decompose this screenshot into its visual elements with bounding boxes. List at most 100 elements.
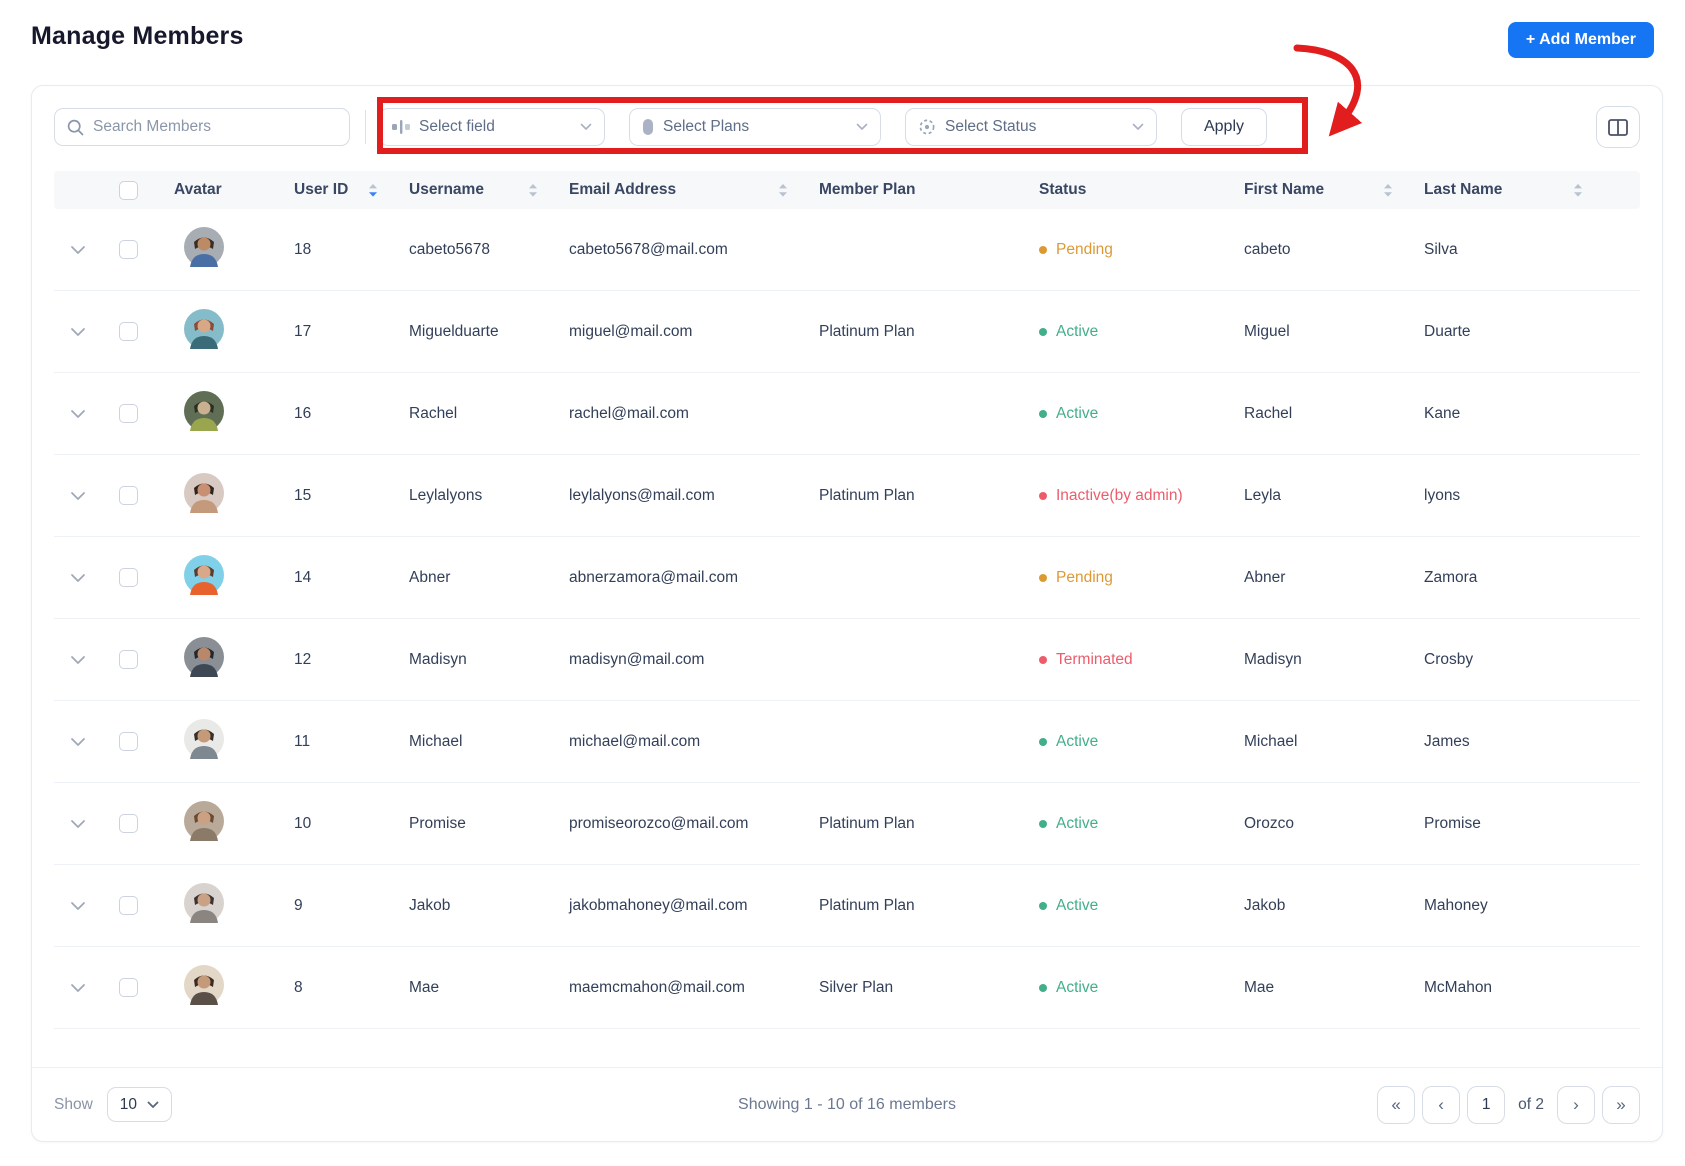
member-plan-cell: Platinum Plan	[819, 896, 915, 914]
chevron-down-icon	[147, 1101, 159, 1109]
avatar	[184, 719, 224, 763]
username-cell: Madisyn	[409, 650, 467, 668]
expand-row-button[interactable]	[54, 819, 102, 829]
avatar-cell	[154, 555, 274, 600]
col-header-email[interactable]: Email Address	[549, 181, 799, 199]
select-field-label: Select field	[419, 118, 495, 135]
col-header-member-plan: Member Plan	[819, 181, 916, 198]
email-cell: abnerzamora@mail.com	[569, 568, 739, 586]
last-page-button[interactable]: »	[1602, 1085, 1640, 1124]
row-checkbox[interactable]	[118, 650, 138, 669]
expand-row-button[interactable]	[54, 655, 102, 665]
last-name-cell: Promise	[1424, 814, 1481, 832]
avatar	[184, 965, 224, 1009]
col-header-last-name[interactable]: Last Name	[1404, 181, 1640, 199]
status-dot-icon	[1039, 737, 1047, 746]
row-checkbox[interactable]	[118, 322, 138, 341]
row-checkbox[interactable]	[118, 568, 138, 587]
row-checkbox-cell	[102, 404, 154, 423]
plans-icon	[642, 118, 654, 136]
column-visibility-button[interactable]	[1596, 106, 1640, 148]
chevron-down-icon	[580, 123, 592, 131]
expand-row-button[interactable]	[54, 983, 102, 993]
table-footer: Show 10 Showing 1 - 10 of 16 members « ‹…	[32, 1067, 1662, 1141]
user-id-cell: 18	[294, 240, 312, 258]
sort-icon[interactable]	[527, 183, 539, 198]
table-header-row: Avatar User ID Username Email Address Me…	[54, 171, 1640, 209]
sort-icon[interactable]	[777, 183, 789, 198]
user-id-cell: 8	[294, 978, 303, 996]
email-cell: michael@mail.com	[569, 732, 701, 750]
username-cell: Leylalyons	[409, 486, 483, 504]
page-size-select[interactable]: 10	[106, 1087, 173, 1122]
table-row: 14 Abner abnerzamora@mail.com Pending Ab…	[54, 537, 1640, 619]
columns-icon	[1608, 118, 1628, 136]
apply-button[interactable]: Apply	[1181, 108, 1267, 146]
expand-row-button[interactable]	[54, 573, 102, 583]
table-row: 16 Rachel rachel@mail.com Active Rachel …	[54, 373, 1640, 455]
status-label: Active	[1056, 322, 1099, 340]
avatar	[184, 309, 224, 353]
add-member-button[interactable]: + Add Member	[1507, 22, 1654, 58]
first-name-cell: Madisyn	[1244, 650, 1302, 668]
row-checkbox[interactable]	[118, 404, 138, 423]
row-checkbox[interactable]	[118, 732, 138, 751]
avatar-cell	[154, 801, 274, 846]
expand-row-button[interactable]	[54, 491, 102, 501]
col-header-first-name[interactable]: First Name	[1224, 181, 1404, 199]
first-name-cell: Orozco	[1244, 814, 1294, 832]
select-all-checkbox[interactable]	[118, 180, 138, 200]
expand-row-button[interactable]	[54, 409, 102, 419]
table-body: 18 cabeto5678 cabeto5678@mail.com Pendin…	[54, 209, 1640, 1029]
expand-row-button[interactable]	[54, 327, 102, 337]
results-summary: Showing 1 - 10 of 16 members	[738, 1095, 956, 1113]
pagination: « ‹ 1 of 2 › »	[1377, 1085, 1640, 1124]
sort-icon[interactable]	[1572, 183, 1584, 198]
select-status-dropdown[interactable]: Select Status	[905, 108, 1157, 146]
status-dot-icon	[1039, 655, 1047, 664]
col-header-username[interactable]: Username	[389, 181, 549, 199]
expand-row-button[interactable]	[54, 245, 102, 255]
avatar-cell	[154, 227, 274, 272]
first-name-cell: Leyla	[1244, 486, 1282, 504]
email-cell: madisyn@mail.com	[569, 650, 705, 668]
avatar-cell	[154, 719, 274, 764]
expand-row-button[interactable]	[54, 737, 102, 747]
user-id-cell: 15	[294, 486, 312, 504]
table-row: 10 Promise promiseorozco@mail.com Platin…	[54, 783, 1640, 865]
status-dot-icon	[1039, 573, 1047, 582]
select-plans-dropdown[interactable]: Select Plans	[629, 108, 881, 146]
first-page-button[interactable]: «	[1377, 1085, 1416, 1124]
status-dot-icon	[1039, 901, 1047, 910]
last-name-cell: James	[1424, 732, 1470, 750]
prev-page-button[interactable]: ‹	[1422, 1085, 1461, 1124]
avatar-cell	[154, 309, 274, 354]
status-cell: Active	[1019, 405, 1224, 423]
select-status-label: Select Status	[945, 118, 1037, 135]
status-label: Terminated	[1056, 650, 1133, 668]
row-checkbox[interactable]	[118, 486, 138, 505]
avatar-cell	[154, 473, 274, 518]
avatar-cell	[154, 883, 274, 928]
sort-icon[interactable]	[1382, 183, 1394, 198]
status-cell: Pending	[1019, 569, 1224, 587]
next-page-button[interactable]: ›	[1557, 1085, 1595, 1124]
status-label: Active	[1056, 896, 1099, 914]
row-checkbox[interactable]	[118, 240, 138, 259]
row-checkbox[interactable]	[118, 896, 138, 915]
status-dot-icon	[1039, 327, 1047, 336]
last-name-cell: Zamora	[1424, 568, 1478, 586]
col-header-user-id[interactable]: User ID	[274, 181, 389, 199]
row-checkbox[interactable]	[118, 814, 138, 833]
sort-icon-active-desc[interactable]	[367, 183, 379, 198]
search-members-input[interactable]	[93, 118, 337, 136]
member-plan-cell: Platinum Plan	[819, 814, 915, 832]
avatar	[184, 883, 224, 927]
search-members-input-wrapper[interactable]	[54, 108, 350, 146]
status-cell: Active	[1019, 815, 1224, 833]
row-checkbox[interactable]	[118, 978, 138, 997]
select-field-dropdown[interactable]: Select field	[379, 108, 605, 146]
chevron-down-icon	[856, 123, 868, 131]
last-name-cell: lyons	[1424, 486, 1461, 504]
expand-row-button[interactable]	[54, 901, 102, 911]
